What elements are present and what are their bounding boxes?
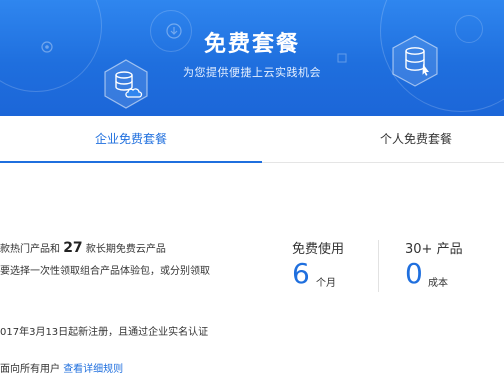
offer-text: 款热门产品和 [0,244,60,255]
active-tab-indicator [0,161,262,163]
stat-label-products: 30+ 产品 [405,242,463,257]
stat-unit-cost: 成本 [428,278,448,289]
hero-banner: 免费套餐 为您提供便捷上云实践机会 [0,0,504,116]
stat-unit-months: 个月 [316,278,336,289]
stat-value-months: 6 [292,257,310,290]
stat-value-cost: 0 [405,257,423,290]
offer-summary: 款热门产品和 27 款长期免费云产品 [0,240,166,256]
stat-divider [378,240,379,292]
stat-label-free-use: 免费使用 [292,242,345,257]
page-subtitle: 为您提供便捷上云实践机会 [183,66,321,79]
page-title: 免费套餐 [203,32,300,57]
offer-detail: 要选择一次性领取组合产品体验包，或分别领取 [0,266,210,277]
eligibility-text: 017年3月13日起新注册，且通过企业实名认证 [0,327,209,338]
tab-enterprise[interactable]: 企业免费套餐 [0,116,262,163]
tab-personal[interactable]: 个人免费套餐 [380,116,504,162]
free-product-count: 27 [63,240,83,256]
plan-tabs: 企业免费套餐 个人免费套餐 [0,116,504,163]
tab-label: 企业免费套餐 [94,132,167,146]
audience-label: 面向所有用户 [0,364,60,375]
view-rules-link[interactable]: 查看详细规则 [63,364,123,375]
audience-text: 面向所有用户 查看详细规则 [0,360,123,375]
offer-text: 款长期免费云产品 [85,244,166,255]
tab-label: 个人免费套餐 [380,132,453,146]
